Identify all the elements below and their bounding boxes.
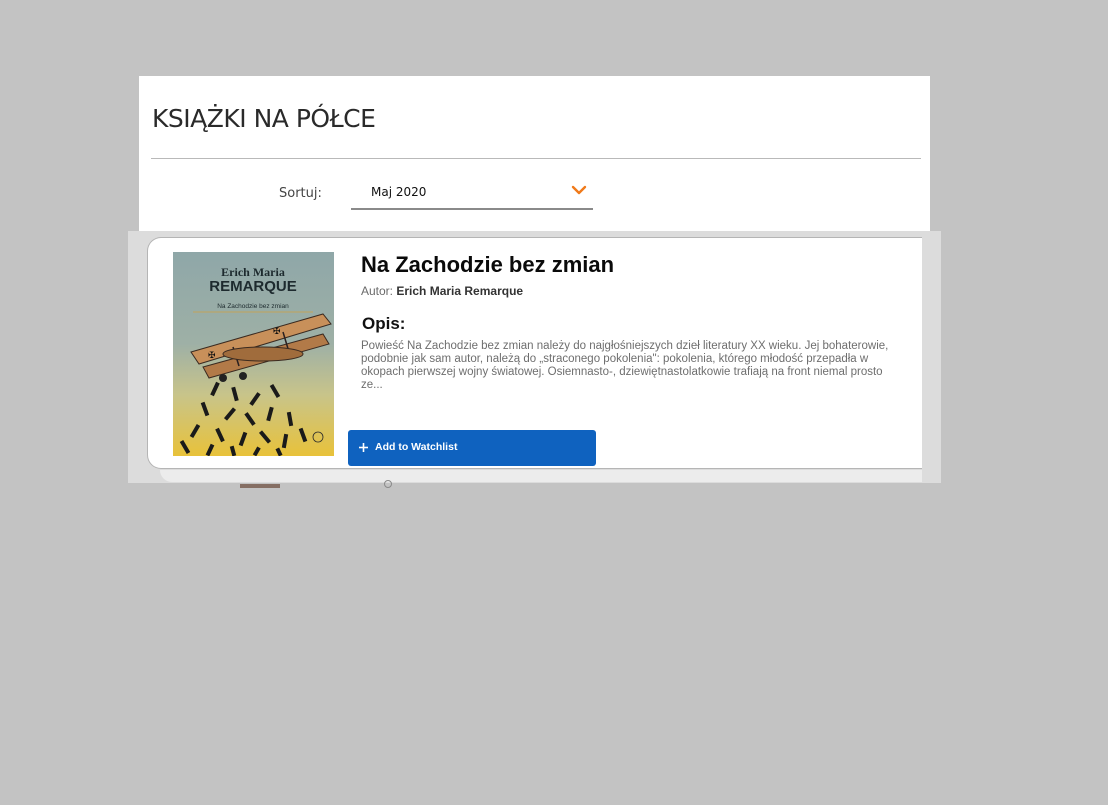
add-to-watchlist-button[interactable]: Add to Watchlist [348,430,596,466]
shelf-panel: KSIĄŻKI NA PÓŁCE Sortuj: Maj 2020 [139,76,930,236]
chevron-down-icon [571,185,587,195]
author-name[interactable]: Erich Maria Remarque [396,284,523,298]
author-label: Autor: [361,284,394,298]
cover-author-first: Erich Maria [221,265,285,279]
render-artifact [240,484,280,488]
title-divider [151,158,921,159]
render-artifact-dot [384,480,392,488]
svg-text:✠: ✠ [208,351,216,361]
card-shadow [160,470,922,482]
description-heading: Opis: [362,314,406,333]
plus-icon [359,443,368,452]
book-cover-image: Erich Maria REMARQUE Na Zachodzie bez zm… [173,252,334,456]
cover-title: Na Zachodzie bez zmian [217,303,289,310]
svg-text:✠: ✠ [273,327,281,337]
description-text: Powieść Na Zachodzie bez zmian należy do… [361,340,889,391]
book-card: Erich Maria REMARQUE Na Zachodzie bez zm… [147,237,922,469]
sort-dropdown[interactable]: Maj 2020 [351,176,593,210]
author-line: Autor: Erich Maria Remarque [361,284,523,298]
book-cover[interactable]: Erich Maria REMARQUE Na Zachodzie bez zm… [173,252,334,456]
watchlist-label: Add to Watchlist [375,441,458,453]
page-title: KSIĄŻKI NA PÓŁCE [152,104,376,133]
sort-selected-value: Maj 2020 [371,185,427,199]
book-title[interactable]: Na Zachodzie bez zmian [361,252,614,278]
cover-author-last: REMARQUE [209,278,297,295]
sort-label: Sortuj: [279,186,322,201]
